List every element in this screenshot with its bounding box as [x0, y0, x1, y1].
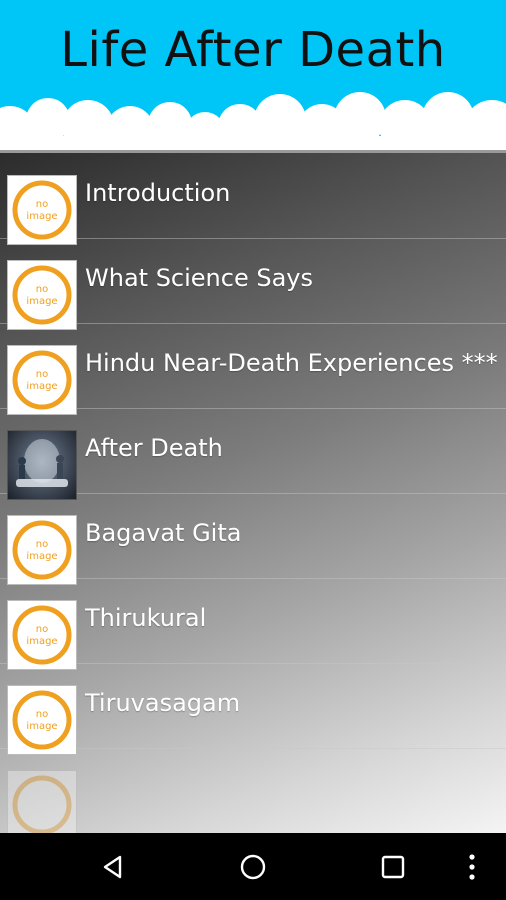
back-button[interactable]	[73, 833, 153, 900]
home-icon	[240, 854, 266, 879]
placeholder-line2: image	[26, 381, 57, 392]
placeholder-line2: image	[26, 636, 57, 647]
list-item-label: Bagavat Gita	[85, 519, 242, 547]
home-button[interactable]	[213, 833, 293, 900]
back-icon	[103, 855, 122, 878]
list-item-label: What Science Says	[85, 264, 313, 292]
no-image-icon: no image	[7, 685, 77, 755]
placeholder-line1: no	[36, 539, 48, 550]
list-item[interactable]: no image Thirukural	[0, 578, 506, 670]
placeholder-line1: no	[36, 369, 48, 380]
recents-button[interactable]	[353, 833, 433, 900]
placeholder-line2: image	[26, 721, 57, 732]
placeholder-line1: no	[36, 709, 48, 720]
no-image-icon: no image	[7, 600, 77, 670]
overflow-menu-button[interactable]	[438, 833, 506, 900]
no-image-icon: no image	[7, 345, 77, 415]
list-item[interactable]: After Death	[0, 408, 506, 500]
placeholder-line1: no	[36, 284, 48, 295]
list-item[interactable]: no image Tiruvasagam	[0, 663, 506, 755]
list-item-partial[interactable]	[0, 748, 506, 833]
chapter-list[interactable]: no image Introduction no image What Scie…	[0, 153, 506, 833]
no-image-icon: no image	[7, 175, 77, 245]
list-item[interactable]: no image Hindu Near-Death Experiences **…	[0, 323, 506, 415]
placeholder-line1: no	[36, 199, 48, 210]
menu-icon	[469, 853, 475, 880]
placeholder-line2: image	[26, 296, 57, 307]
clouds-decoration	[0, 92, 506, 153]
list-item[interactable]: no image Bagavat Gita	[0, 493, 506, 585]
list-item-label: Tiruvasagam	[85, 689, 241, 717]
placeholder-line2: image	[26, 211, 57, 222]
list-item-label: Introduction	[85, 179, 231, 207]
list-item[interactable]: no image What Science Says	[0, 238, 506, 330]
recents-icon	[381, 855, 405, 878]
list-item-label: Thirukural	[85, 604, 207, 632]
no-image-icon: no image	[7, 260, 77, 330]
no-image-icon: no image	[7, 515, 77, 585]
app-title: Life After Death	[60, 22, 446, 78]
list-item-label: After Death	[85, 434, 223, 462]
list-item-label: Hindu Near-Death Experiences ***	[85, 349, 498, 377]
after-death-thumbnail	[7, 430, 77, 500]
placeholder-line1: no	[36, 624, 48, 635]
no-image-icon	[7, 770, 77, 833]
app-header: Life After Death	[0, 0, 506, 153]
placeholder-line2: image	[26, 551, 57, 562]
list-item[interactable]: no image Introduction	[0, 153, 506, 245]
system-navigation-bar	[0, 833, 506, 900]
